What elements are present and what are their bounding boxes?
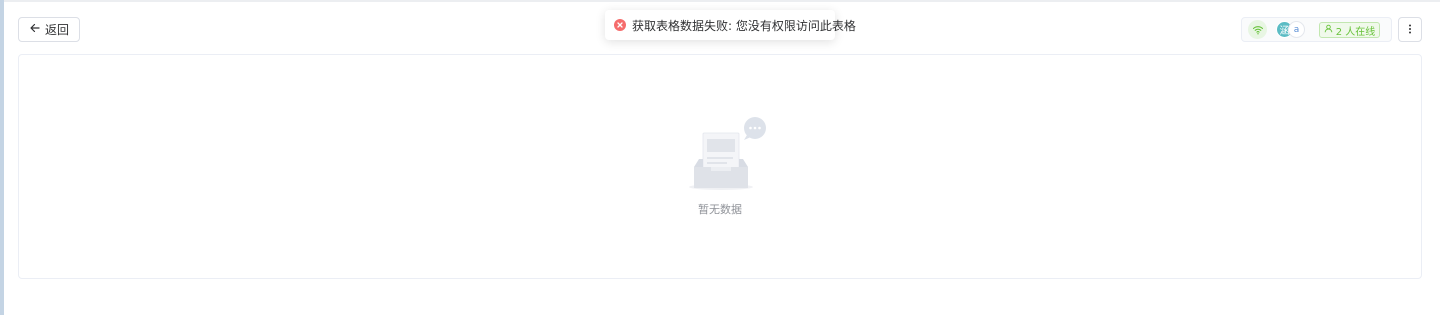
online-users-badge[interactable]: 2 人在线 [1319, 22, 1380, 38]
more-vertical-icon [1405, 20, 1415, 39]
window-left-edge [0, 0, 4, 315]
user-icon [1324, 24, 1333, 36]
back-button-label: 返回 [44, 23, 69, 37]
empty-box-icon [687, 117, 769, 191]
online-users-label: 2 人在线 [1335, 26, 1376, 38]
avatar[interactable]: a [1288, 21, 1305, 38]
wifi-icon [1248, 20, 1267, 39]
error-circle-icon [614, 19, 626, 31]
empty-state-text: 暂无数据 [698, 203, 742, 216]
back-button[interactable]: 返回 [18, 17, 80, 42]
arrow-left-icon [29, 22, 41, 37]
more-options-button[interactable] [1398, 17, 1422, 42]
header-divider [4, 0, 1440, 2]
error-toast: 获取表格数据失败: 您没有权限访问此表格 [605, 10, 856, 40]
table-panel: 暂无数据 [18, 54, 1422, 279]
collaboration-status: 涵 a 2 人在线 [1241, 17, 1392, 42]
toast-message: 获取表格数据失败: 您没有权限访问此表格 [632, 18, 856, 33]
